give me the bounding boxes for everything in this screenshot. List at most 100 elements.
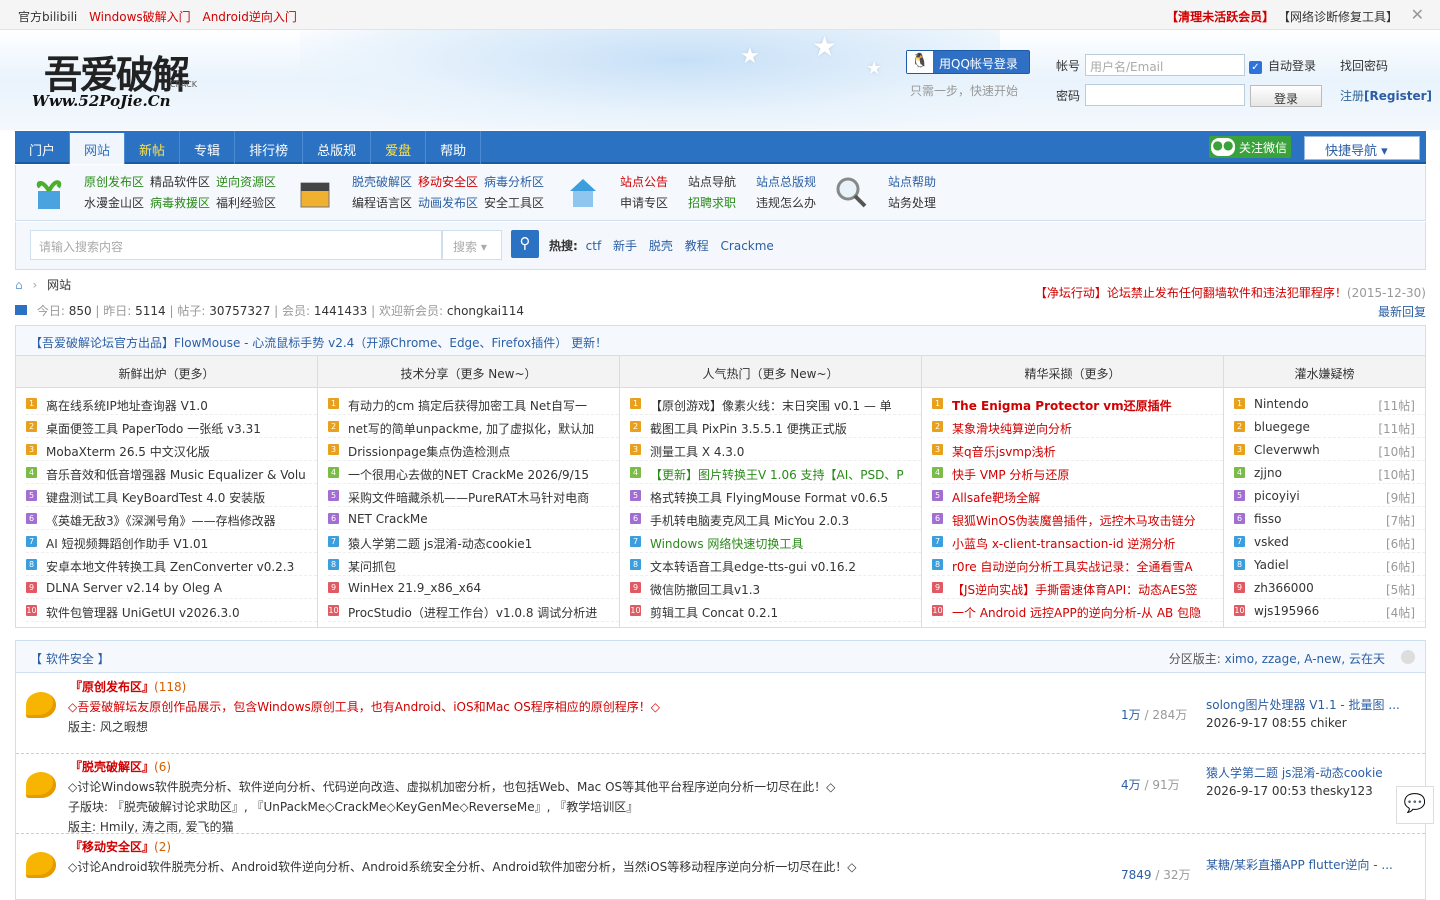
link-site-rules[interactable]: 站点总版规 (756, 175, 816, 189)
latest-replies-link[interactable]: 最新回复 (1378, 303, 1426, 320)
column-header[interactable]: 人气热门（更多 New~） (620, 356, 921, 388)
nav-new-posts[interactable]: 新帖 (125, 131, 181, 164)
nav-rules[interactable]: 总版规 (303, 131, 372, 164)
topic-item[interactable]: 2 net写的简单unpackme, 加了虚拟化，默认加 (328, 415, 619, 438)
nav-aipan[interactable]: 爱盘 (371, 131, 427, 164)
account-input[interactable]: 用户名/Email (1085, 54, 1245, 76)
topic-item[interactable]: 5 picoyiyi [9帖] (1234, 484, 1425, 507)
hot-term[interactable]: 教程 (685, 239, 709, 253)
register-link[interactable]: 注册[Register] (1340, 87, 1432, 104)
forum-title[interactable]: 『原创发布区』(118) (70, 678, 186, 695)
topic-item[interactable]: 1 【原创游戏】像素火线：末日突围 v0.1 — 单 (630, 392, 921, 415)
topic-item[interactable]: 2 截图工具 PixPin 3.5.5.1 便携正式版 (630, 415, 921, 438)
hot-term[interactable]: Crackme (721, 239, 774, 253)
nav-help[interactable]: 帮助 (426, 131, 482, 164)
topic-item[interactable]: 4 一个很用心去做的NET CrackMe 2026/9/15 (328, 461, 619, 484)
forum-title[interactable]: 『脱壳破解区』(6) (70, 758, 171, 775)
network-repair-link[interactable]: 【网络诊断修复工具】 (1278, 10, 1398, 24)
topic-item[interactable]: 1 Nintendo [11帖] (1234, 392, 1425, 415)
chat-float-icon[interactable]: 💬 (1396, 786, 1434, 824)
section-title[interactable]: 【 软件安全 】 (30, 652, 110, 666)
link-site-affairs[interactable]: 站务处理 (888, 196, 936, 210)
topic-item[interactable]: 6 银狐WinOS伪装魔兽插件，远控木马攻击链分 (932, 507, 1223, 530)
link-security-tools[interactable]: 安全工具区 (484, 196, 544, 210)
link-mobile[interactable]: 移动安全区 (418, 175, 478, 189)
forum-subinfo[interactable]: 版主: 风之暇想 (68, 718, 148, 735)
topic-item[interactable]: 4 zjjno [10帖] (1234, 461, 1425, 484)
forum-subinfo[interactable]: 子版块: 『脱壳破解讨论求助区』, 『UnPackMe◇CrackMe◇KeyG… (68, 798, 638, 815)
topic-item[interactable]: 10 一个 Android 远控APP的逆向分析-从 AB 包隐 (932, 599, 1223, 622)
forum-last-post[interactable]: solong图片处理器 V1.1 - 批量图 ... (1206, 696, 1400, 713)
topic-item[interactable]: 1 有动力的cm 搞定后获得加密工具 Net自写一 (328, 392, 619, 415)
topic-item[interactable]: 2 某象滑块纯算逆向分析 (932, 415, 1223, 438)
qq-login-button[interactable]: 🐧 用QQ帐号登录 (906, 50, 1030, 74)
link-violation[interactable]: 违规怎么办 (756, 196, 816, 210)
topic-item[interactable]: 6 NET CrackMe (328, 507, 619, 530)
column-header[interactable]: 新鲜出炉（更多） (16, 356, 317, 388)
topic-item[interactable]: 3 Cleverwwh [10帖] (1234, 438, 1425, 461)
topic-item[interactable]: 10 软件包管理器 UniGetUI v2026.3.0 (26, 599, 317, 622)
link-reverse-res[interactable]: 逆向资源区 (216, 175, 276, 189)
hot-term[interactable]: ctf (586, 239, 602, 253)
topic-item[interactable]: 5 Allsafe靶场全解 (932, 484, 1223, 507)
link-welfare[interactable]: 福利经验区 (216, 196, 276, 210)
topic-item[interactable]: 3 Drissionpage集点伪造检测点 (328, 438, 619, 461)
top-link-bilibili[interactable]: 官方bilibili (18, 10, 77, 24)
topic-item[interactable]: 7 猿人学第二题 js混淆-动态cookie1 (328, 530, 619, 553)
topic-item[interactable]: 8 Yadiel [6帖] (1234, 553, 1425, 576)
topic-item[interactable]: 7 AI 短视频舞蹈创作助手 V1.01 (26, 530, 317, 553)
topic-item[interactable]: 9 zh366000 [5帖] (1234, 576, 1425, 599)
link-jobs[interactable]: 招聘求职 (688, 196, 736, 210)
link-programming[interactable]: 编程语言区 (352, 196, 412, 210)
topic-item[interactable]: 2 桌面便签工具 PaperTodo 一张纸 v3.31 (26, 415, 317, 438)
link-animation[interactable]: 动画发布区 (418, 196, 478, 210)
topic-item[interactable]: 1 The Enigma Protector vm还原插件 (932, 392, 1223, 415)
forum-last-post[interactable]: 某糖/某彩直播APP flutter逆向 - ... (1206, 856, 1393, 873)
topic-item[interactable]: 9 WinHex 21.9_x86_x64 (328, 576, 619, 599)
search-input[interactable]: 请输入搜索内容 (30, 230, 442, 260)
nav-portal[interactable]: 门户 (15, 131, 71, 164)
auto-login-checkbox[interactable]: ✓ (1249, 61, 1262, 74)
link-site-nav[interactable]: 站点导航 (688, 175, 736, 189)
nav-albums[interactable]: 专辑 (180, 131, 236, 164)
topic-item[interactable]: 8 文本转语音工具edge-tts-gui v0.16.2 (630, 553, 921, 576)
topic-item[interactable]: 9 DLNA Server v2.14 by Oleg A (26, 576, 317, 599)
search-button[interactable]: ⚲ (511, 230, 539, 258)
home-icon[interactable]: ⌂ (15, 278, 23, 292)
topic-item[interactable]: 10 wjs195966 [4帖] (1234, 599, 1425, 622)
topic-item[interactable]: 8 某问抓包 (328, 553, 619, 576)
password-input[interactable] (1085, 84, 1245, 106)
topic-item[interactable]: 8 r0re 自动逆向分析工具实战记录：全通看雪A (932, 553, 1223, 576)
link-unpack[interactable]: 脱壳破解区 (352, 175, 412, 189)
nav-site[interactable]: 网站 (70, 133, 126, 164)
topic-item[interactable]: 3 某q音乐jsvmp浅析 (932, 438, 1223, 461)
quick-nav-button[interactable]: 快捷导航 ▾ (1304, 136, 1420, 160)
wechat-follow-button[interactable]: ●● 关注微信 (1209, 136, 1291, 158)
topic-item[interactable]: 10 ProcStudio（进程工作台）v1.0.8 调试分析进 (328, 599, 619, 622)
topic-item[interactable]: 6 手机转电脑麦克风工具 MicYou 2.0.3 (630, 507, 921, 530)
collapse-icon[interactable] (1401, 650, 1415, 664)
announcement-bar[interactable]: 【吾爱破解论坛官方出品】FlowMouse - 心流鼠标手势 v2.4（开源Ch… (15, 325, 1426, 356)
topic-item[interactable]: 9 【JS逆向实战】手撕雷速体育API：动态AES签 (932, 576, 1223, 599)
topic-item[interactable]: 7 vsked [6帖] (1234, 530, 1425, 553)
find-password-link[interactable]: 找回密码 (1340, 57, 1388, 74)
site-logo[interactable]: 吾爱破解 CRACK Www.52PoJie.Cn (30, 44, 220, 114)
topic-item[interactable]: 4 【更新】图片转换王V 1.06 支持【AI、PSD、P (630, 461, 921, 484)
topic-item[interactable]: 3 MobaXterm 26.5 中文汉化版 (26, 438, 317, 461)
link-premium-soft[interactable]: 精品软件区 (150, 175, 210, 189)
forum-moderators[interactable]: 版主: Hmily, 涛之雨, 爱飞的猫 (68, 818, 234, 835)
topic-item[interactable]: 5 采购文件暗藏杀机——PureRAT木马针对电商 (328, 484, 619, 507)
topic-item[interactable]: 6 fisso [7帖] (1234, 507, 1425, 530)
topic-item[interactable]: 9 微信防撤回工具v1.3 (630, 576, 921, 599)
top-link-android[interactable]: Android逆向入门 (202, 10, 296, 24)
topic-item[interactable]: 8 安卓本地文件转换工具 ZenConverter v0.2.3 (26, 553, 317, 576)
topic-item[interactable]: 7 小蓝鸟 x-client-transaction-id 逆溯分析 (932, 530, 1223, 553)
topic-item[interactable]: 4 快手 VMP 分析与还原 (932, 461, 1223, 484)
clean-members-link[interactable]: 【清理未活跃会员】 (1166, 10, 1274, 24)
topic-item[interactable]: 2 bluegege [11帖] (1234, 415, 1425, 438)
forum-last-post[interactable]: 猿人学第二题 js混淆-动态cookie (1206, 764, 1383, 781)
search-type-select[interactable]: 搜索 ▾ (442, 230, 502, 260)
link-apply[interactable]: 申请专区 (620, 196, 668, 210)
login-button[interactable]: 登录 (1250, 85, 1322, 107)
column-header[interactable]: 精华采撷（更多） (922, 356, 1223, 388)
